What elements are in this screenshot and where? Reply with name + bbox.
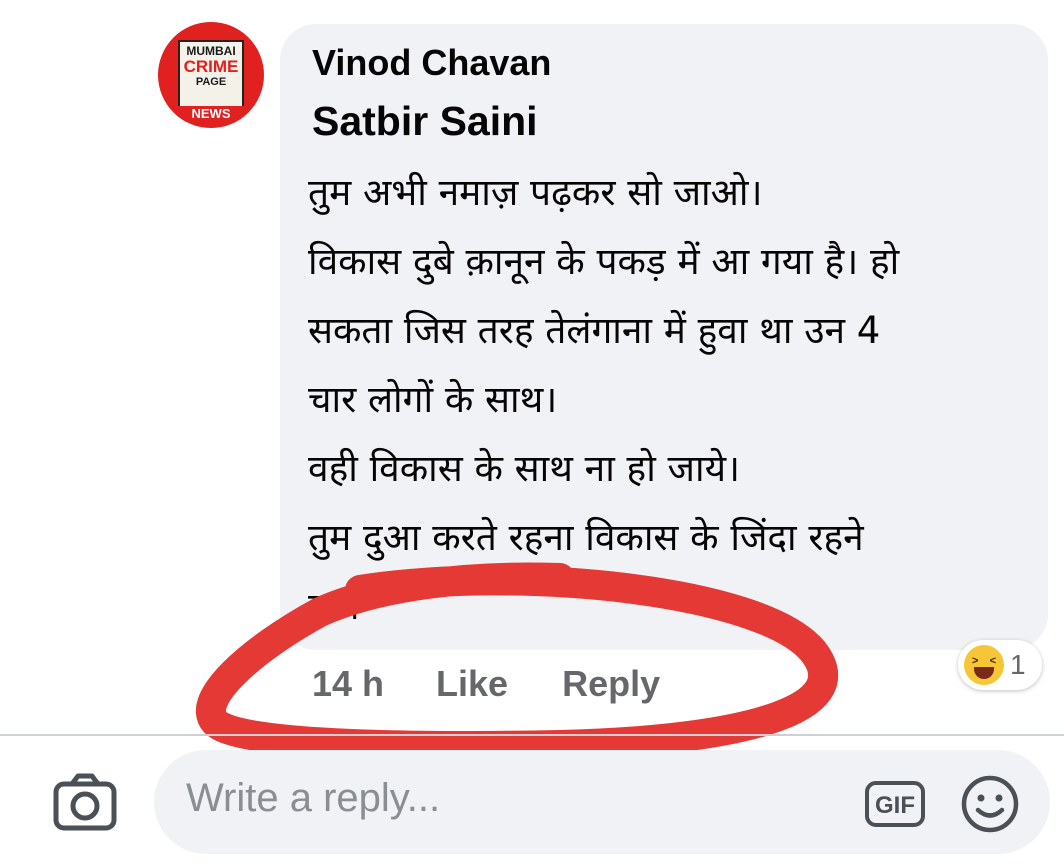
comment-line: का।: [308, 585, 361, 628]
reply-placeholder: Write a reply...: [186, 776, 441, 820]
divider: [0, 734, 1064, 736]
smiley-icon[interactable]: [960, 774, 1020, 834]
comment-line: विकास दुबे क़ानून के पकड़ में आ गया है। …: [308, 240, 900, 283]
logo-text-page: PAGE: [195, 76, 227, 88]
crime-page-logo: MUMBAI CRIME PAGE NEWS: [174, 40, 248, 122]
comment-line: तुम दुआ करते रहना विकास के जिंदा रहने: [308, 516, 864, 559]
comment-timestamp[interactable]: 14 h: [312, 663, 384, 705]
reaction-count: 1: [1010, 649, 1026, 680]
laughing-emoji-icon: > <: [964, 645, 1004, 685]
logo-text-crime: CRIME: [183, 57, 239, 76]
logo-text-mumbai: MUMBAI: [186, 44, 236, 58]
like-button[interactable]: Like: [436, 663, 508, 705]
camera-icon[interactable]: [52, 770, 118, 832]
comment-line: सकता जिस तरह तेलंगाना में हुवा था उन 4: [308, 309, 881, 352]
reply-input[interactable]: Write a reply... GIF: [154, 750, 1050, 854]
mention-tag[interactable]: Satbir Saini: [312, 98, 538, 145]
logo-text-news: NEWS: [174, 106, 248, 122]
comment-line: वही विकास के साथ ना हो जाये।: [308, 447, 741, 490]
gif-icon[interactable]: GIF: [864, 780, 926, 828]
comment-line: चार लोगों के साथ।: [308, 378, 558, 421]
comment-line: तुम अभी नमाज़ पढ़कर सो जाओ।: [308, 171, 763, 214]
reaction-summary[interactable]: > < 1: [958, 640, 1042, 690]
comment-author[interactable]: Vinod Chavan: [312, 42, 551, 84]
avatar[interactable]: MUMBAI CRIME PAGE NEWS: [158, 22, 264, 128]
comment-body: तुम अभी नमाज़ पढ़कर सो जाओ। विकास दुबे क…: [308, 158, 1028, 641]
comment-actions: 14 h Like Reply: [312, 660, 660, 708]
gif-label: GIF: [875, 792, 915, 819]
reply-button[interactable]: Reply: [562, 663, 660, 705]
